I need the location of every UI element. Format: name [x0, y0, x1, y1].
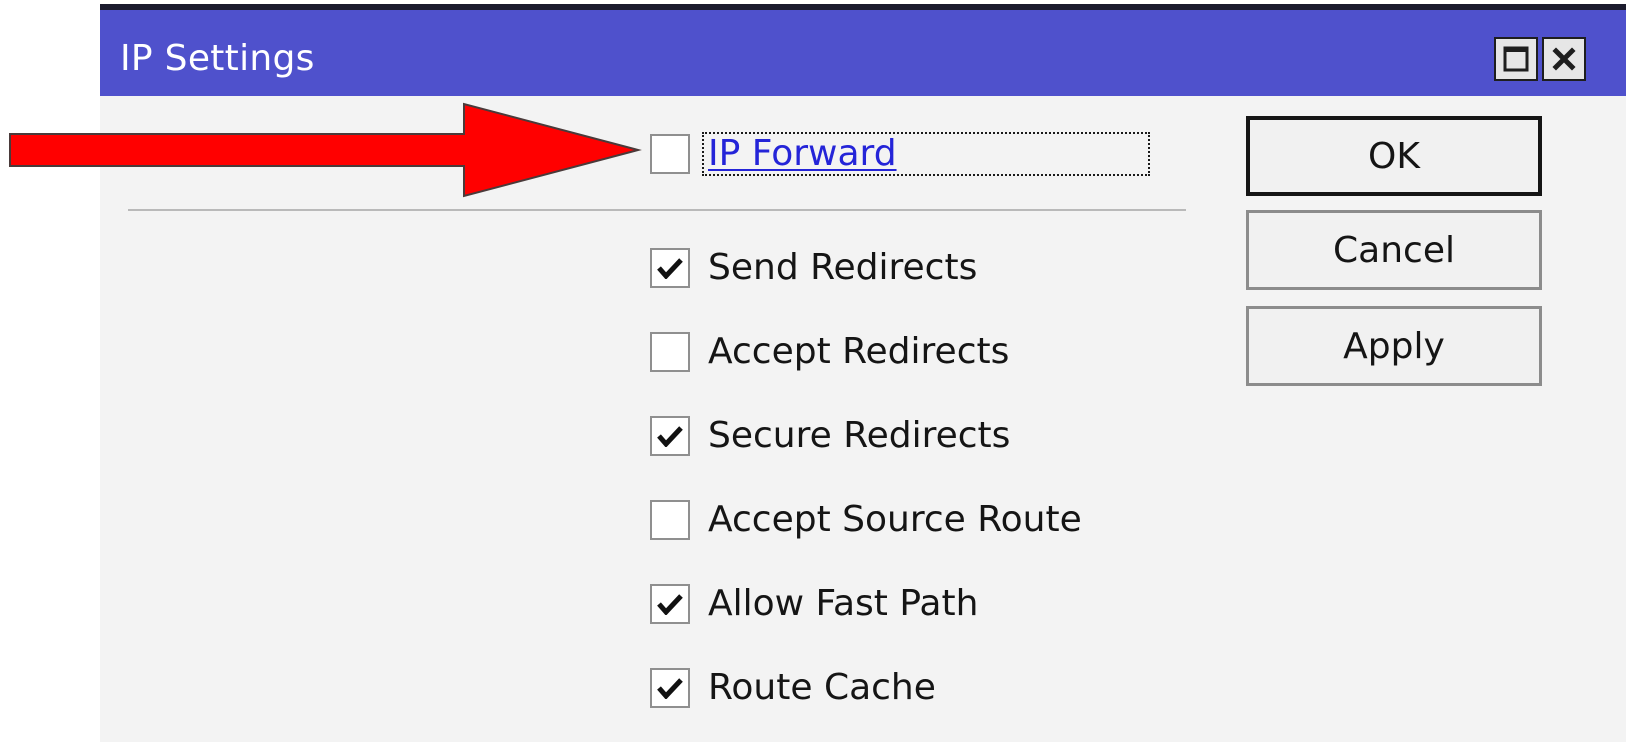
ip-forward-checkbox[interactable]	[650, 134, 690, 174]
maximize-button[interactable]	[1494, 37, 1538, 81]
focus-indicator: IP Forward	[702, 132, 1150, 176]
checkmark-icon	[657, 426, 683, 447]
red-arrow-annotation	[9, 102, 642, 198]
title-bar[interactable]: IP Settings	[100, 10, 1626, 96]
accept-redirects-row[interactable]: Accept Redirects	[650, 328, 1009, 376]
checkmark-icon	[657, 594, 683, 615]
route-cache-label[interactable]: Route Cache	[708, 666, 936, 710]
allow-fast-path-checkbox[interactable]	[650, 584, 690, 624]
allow-fast-path-row[interactable]: Allow Fast Path	[650, 580, 978, 628]
route-cache-checkbox[interactable]	[650, 668, 690, 708]
send-redirects-checkbox[interactable]	[650, 248, 690, 288]
accept-redirects-label[interactable]: Accept Redirects	[708, 330, 1009, 374]
secure-redirects-checkbox[interactable]	[650, 416, 690, 456]
close-button[interactable]	[1542, 37, 1586, 81]
accept-source-route-label[interactable]: Accept Source Route	[708, 498, 1082, 542]
window-title: IP Settings	[120, 38, 315, 79]
ip-forward-row[interactable]: IP Forward	[650, 130, 1150, 178]
ip-forward-label[interactable]: IP Forward	[708, 132, 897, 176]
secure-redirects-label[interactable]: Secure Redirects	[708, 414, 1010, 458]
apply-button[interactable]: Apply	[1246, 306, 1542, 386]
allow-fast-path-label[interactable]: Allow Fast Path	[708, 582, 978, 626]
arrow-shape	[9, 102, 642, 198]
send-redirects-label[interactable]: Send Redirects	[708, 246, 977, 290]
secure-redirects-row[interactable]: Secure Redirects	[650, 412, 1010, 460]
separator	[128, 209, 1186, 211]
accept-redirects-checkbox[interactable]	[650, 332, 690, 372]
route-cache-row[interactable]: Route Cache	[650, 664, 936, 712]
close-icon	[1552, 47, 1576, 71]
accept-source-route-row[interactable]: Accept Source Route	[650, 496, 1082, 544]
cancel-button[interactable]: Cancel	[1246, 210, 1542, 290]
ok-button[interactable]: OK	[1246, 116, 1542, 196]
checkmark-icon	[657, 678, 683, 699]
send-redirects-row[interactable]: Send Redirects	[650, 244, 977, 292]
accept-source-route-checkbox[interactable]	[650, 500, 690, 540]
checkmark-icon	[657, 258, 683, 279]
maximize-icon	[1503, 46, 1529, 72]
